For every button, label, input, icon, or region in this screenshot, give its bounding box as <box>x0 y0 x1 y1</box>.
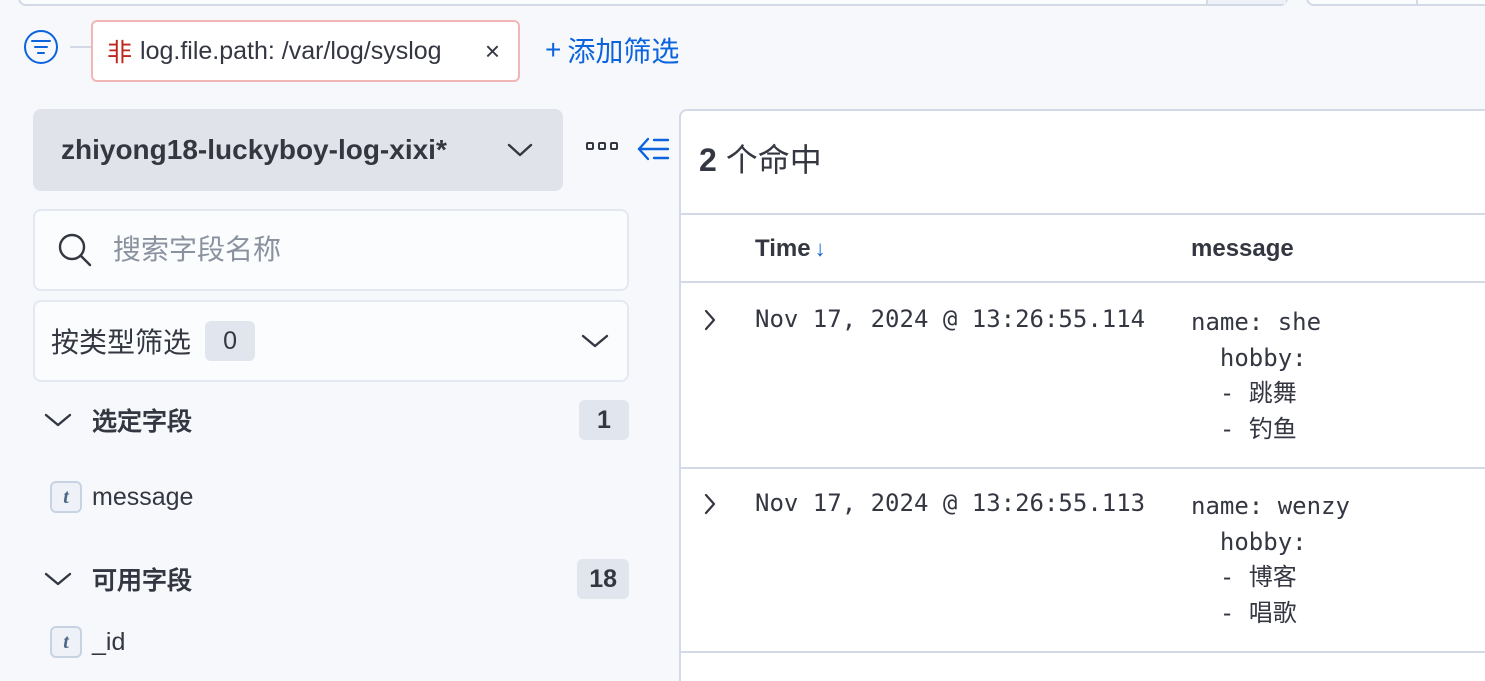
filter-lines-icon <box>31 40 51 54</box>
chevron-down-icon <box>581 334 609 348</box>
sort-down-icon[interactable]: ↓ <box>815 236 826 262</box>
column-message-label: message <box>1191 235 1294 262</box>
hits-label: 个命中 <box>725 142 822 178</box>
negation-label: 非 <box>107 39 133 67</box>
field-search-input[interactable] <box>113 234 573 266</box>
table-row: Nov 17, 2024 @ 13:26:55.114 name: she ho… <box>681 285 1485 469</box>
search-icon <box>58 233 92 267</box>
chevron-down-icon <box>44 413 72 427</box>
add-filter-label: 添加筛选 <box>567 36 680 67</box>
index-pattern-selector[interactable]: zhiyong18-luckyboy-log-xixi* <box>33 109 563 191</box>
date-picker-divider <box>1416 0 1418 4</box>
field-name: _id <box>92 627 126 656</box>
field-item-message[interactable]: t message <box>50 480 193 514</box>
type-filter-count-badge: 0 <box>205 321 256 361</box>
filter-icon[interactable] <box>24 30 58 64</box>
available-fields-title: 可用字段 <box>92 567 193 595</box>
column-header-time[interactable]: Time ↓ <box>755 235 826 263</box>
filter-text: log.file.path: /var/log/syslog <box>140 36 442 65</box>
type-filter-dropdown[interactable]: 按类型筛选 0 <box>33 300 629 382</box>
chevron-down-icon <box>44 572 72 586</box>
collapse-left-icon[interactable] <box>636 134 670 164</box>
field-name: message <box>92 482 194 511</box>
selected-fields-title: 选定字段 <box>92 408 193 436</box>
available-fields-count-badge: 18 <box>577 559 629 599</box>
selected-fields-header[interactable]: 选定字段 1 <box>44 399 629 441</box>
table-row: Nov 17, 2024 @ 13:26:55.113 name: wenzy … <box>681 469 1485 653</box>
query-bar[interactable] <box>18 0 1288 6</box>
filter-connector <box>70 46 92 48</box>
available-fields-header[interactable]: 可用字段 18 <box>44 558 629 600</box>
row-message: name: wenzy hobby: - 博客 - 唱歌 <box>1191 492 1350 627</box>
index-pattern-name: zhiyong18-luckyboy-log-xixi* <box>61 134 447 165</box>
column-header-message[interactable]: message <box>1191 235 1294 263</box>
add-filter-button[interactable]: + 添加筛选 <box>545 30 679 70</box>
chevron-right-icon[interactable] <box>703 309 717 331</box>
field-item-id[interactable]: t _id <box>50 625 125 659</box>
plus-icon: + <box>545 34 562 65</box>
filter-pill[interactable]: 非 log.file.path: /var/log/syslog × <box>91 20 520 82</box>
field-search[interactable] <box>33 209 629 291</box>
row-message: name: she hobby: - 跳舞 - 钓鱼 <box>1191 308 1322 443</box>
column-time-label: Time <box>755 235 811 262</box>
date-picker-bar[interactable] <box>1306 0 1485 6</box>
query-bar-segment <box>1206 0 1286 4</box>
hits-number: 2 <box>699 142 717 178</box>
string-type-token: t <box>50 481 82 513</box>
results-panel: 2 个命中 Time ↓ message Nov 17, 2024 @ 13:2… <box>679 109 1485 681</box>
row-timestamp: Nov 17, 2024 @ 13:26:55.114 <box>755 305 1146 333</box>
string-type-token: t <box>50 626 82 658</box>
type-filter-label: 按类型筛选 <box>51 327 192 358</box>
selected-fields-count-badge: 1 <box>579 400 629 440</box>
more-icon[interactable] <box>586 142 618 150</box>
table-header: Time ↓ message <box>681 213 1485 283</box>
row-timestamp: Nov 17, 2024 @ 13:26:55.113 <box>755 489 1146 517</box>
hits-count: 2 个命中 <box>699 135 822 181</box>
chevron-down-icon <box>507 143 533 157</box>
close-icon[interactable]: × <box>485 36 500 67</box>
chevron-right-icon[interactable] <box>703 493 717 515</box>
